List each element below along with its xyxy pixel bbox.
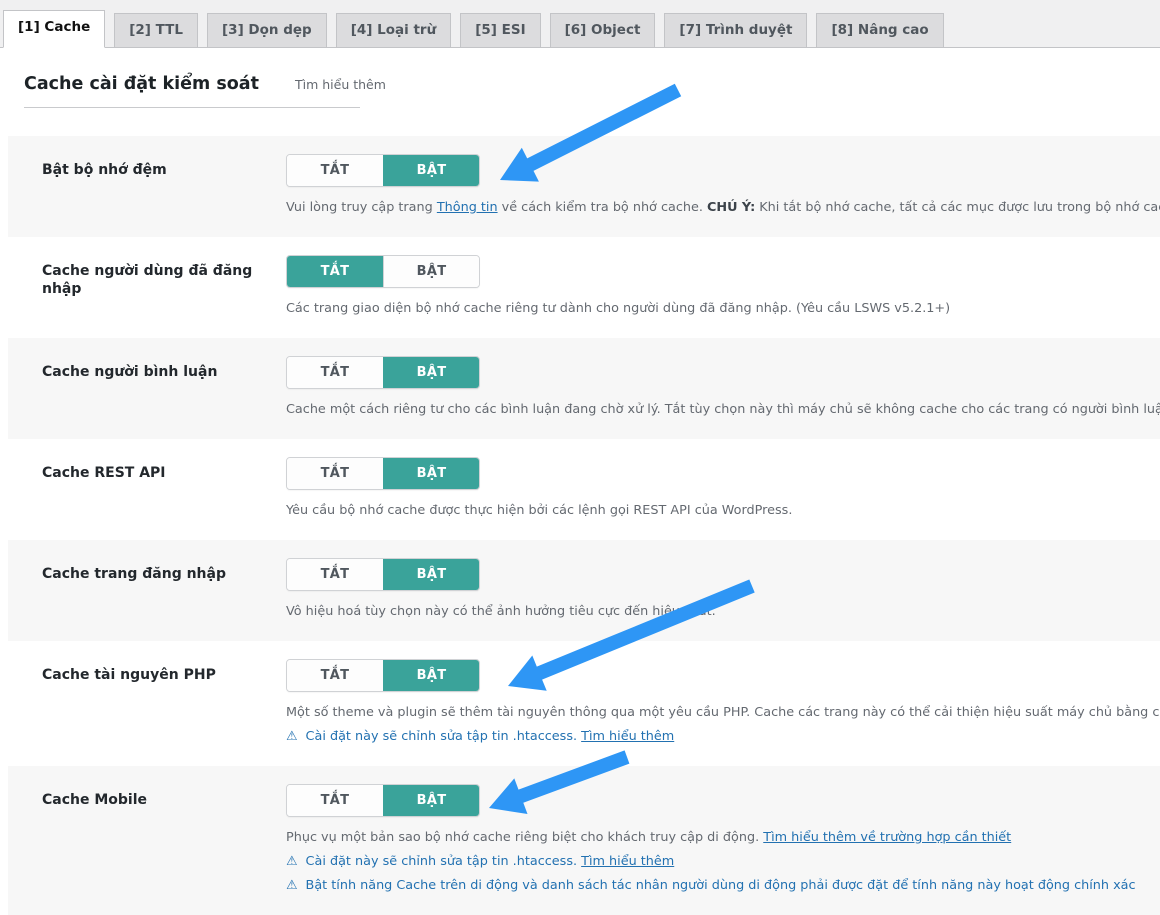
description-text: Cài đặt này sẽ chỉnh sửa tập tin .htacce… [301, 729, 581, 744]
onoff-toggle: TẮTBẬT [286, 558, 480, 591]
setting-label: Cache Mobile [42, 784, 286, 895]
toggle-off-button[interactable]: TẮT [287, 458, 383, 489]
setting-control: TẮTBẬT Cache một cách riêng tư cho các bì… [286, 356, 1160, 419]
setting-warning-note: ⚠ Bật tính năng Cache trên di động và da… [286, 877, 1160, 895]
learn-more-link[interactable]: Tìm hiểu thêm [581, 729, 674, 744]
description-text: Cài đặt này sẽ chỉnh sửa tập tin .htacce… [301, 854, 581, 869]
onoff-toggle: TẮTBẬT [286, 255, 480, 288]
tab-bar: [1] Cache [2] TTL [3] Dọn dẹp [4] Loại trừ [… [0, 0, 1160, 48]
toggle-off-button[interactable]: TẮT [287, 660, 383, 691]
toggle-on-button[interactable]: BẬT [383, 660, 479, 691]
toggle-on-button[interactable]: BẬT [383, 785, 479, 816]
toggle-on-button[interactable]: BẬT [383, 256, 479, 287]
setting-label: Cache người bình luận [42, 356, 286, 419]
setting-description: Vui lòng truy cập trang Thông tin về các… [286, 199, 1160, 217]
description-text: Một số theme và plugin sẽ thêm tài nguyê… [286, 705, 1160, 720]
warning-icon: ⚠ [286, 729, 297, 744]
setting-row: Cache MobileTẮTBẬT Phục vụ một bản sao bộ… [8, 766, 1160, 915]
description-text: Phục vụ một bản sao bộ nhớ cache riêng b… [286, 830, 763, 845]
tab-esi[interactable]: [5] ESI [460, 13, 540, 48]
setting-row: Cache người dùng đã đăng nhậpTẮTBẬT Các t… [8, 237, 1160, 338]
setting-row: Cache trang đăng nhậpTẮTBẬT Vô hiệu hoá t… [8, 540, 1160, 641]
toggle-on-button[interactable]: BẬT [383, 458, 479, 489]
description-text: Bật tính năng Cache trên di động và danh… [301, 878, 1135, 893]
tab-object[interactable]: [6] Object [550, 13, 656, 48]
setting-control: TẮTBẬT Các trang giao diện bộ nhớ cache r… [286, 255, 1160, 318]
tab-trinh-duyet[interactable]: [7] Trình duyệt [664, 13, 807, 48]
setting-control: TẮTBẬT Vui lòng truy cập trang Thông tin … [286, 154, 1160, 217]
description-text: Vô hiệu hoá tùy chọn này có thể ảnh hưởn… [286, 604, 716, 619]
setting-label: Bật bộ nhớ đệm [42, 154, 286, 217]
setting-row: Cache người bình luậnTẮTBẬT Cache một các… [8, 338, 1160, 439]
onoff-toggle: TẮTBẬT [286, 784, 480, 817]
setting-control: TẮTBẬT Phục vụ một bản sao bộ nhớ cache r… [286, 784, 1160, 895]
setting-label: Cache trang đăng nhập [42, 558, 286, 621]
setting-label: Cache tài nguyên PHP [42, 659, 286, 746]
learn-more-link[interactable]: Tìm hiểu thêm [581, 854, 674, 869]
note-emphasis: CHÚ Ý: [707, 200, 755, 215]
toggle-off-button[interactable]: TẮT [287, 256, 383, 287]
setting-label: Cache người dùng đã đăng nhập [42, 255, 286, 318]
setting-description: Vô hiệu hoá tùy chọn này có thể ảnh hưởn… [286, 603, 1160, 621]
toggle-on-button[interactable]: BẬT [383, 559, 479, 590]
setting-label: Cache REST API [42, 457, 286, 520]
tab-loai-tru[interactable]: [4] Loại trừ [336, 13, 451, 48]
setting-control: TẮTBẬT Yêu cầu bộ nhớ cache được thực hiệ… [286, 457, 1160, 520]
setting-warning-note: ⚠ Cài đặt này sẽ chỉnh sửa tập tin .htac… [286, 728, 1160, 746]
tab-nang-cao[interactable]: [8] Nâng cao [816, 13, 943, 48]
setting-description: Các trang giao diện bộ nhớ cache riêng t… [286, 300, 1160, 318]
toggle-off-button[interactable]: TẮT [287, 155, 383, 186]
setting-description: Phục vụ một bản sao bộ nhớ cache riêng b… [286, 829, 1160, 847]
toggle-on-button[interactable]: BẬT [383, 155, 479, 186]
description-text: về cách kiểm tra bộ nhớ cache. [498, 200, 707, 215]
header-learn-more-link[interactable]: Tìm hiểu thêm [295, 77, 386, 92]
onoff-toggle: TẮTBẬT [286, 457, 480, 490]
toggle-on-button[interactable]: BẬT [383, 357, 479, 388]
onoff-toggle: TẮTBẬT [286, 154, 480, 187]
setting-row: Bật bộ nhớ đệmTẮTBẬT Vui lòng truy cập tr… [8, 136, 1160, 237]
description-text: Vui lòng truy cập trang [286, 200, 437, 215]
description-text: Khi tắt bộ nhớ cache, tất cả các mục đượ… [755, 200, 1160, 215]
setting-row: Cache REST APITẮTBẬT Yêu cầu bộ nhớ cache… [8, 439, 1160, 540]
description-text: Các trang giao diện bộ nhớ cache riêng t… [286, 301, 950, 316]
toggle-off-button[interactable]: TẮT [287, 357, 383, 388]
setting-row: Cache tài nguyên PHPTẮTBẬT Một số theme v… [8, 641, 1160, 766]
settings-list: Bật bộ nhớ đệmTẮTBẬTVui lòng truy cập tr… [8, 136, 1160, 915]
toggle-off-button[interactable]: TẮT [287, 785, 383, 816]
tab-don-dep[interactable]: [3] Dọn dẹp [207, 13, 327, 48]
warning-icon: ⚠ [286, 878, 297, 893]
page-title: Cache cài đặt kiểm soát [24, 74, 259, 94]
tab-ttl[interactable]: [2] TTL [114, 13, 198, 48]
warning-icon: ⚠ [286, 854, 297, 869]
description-text: Yêu cầu bộ nhớ cache được thực hiện bởi … [286, 503, 792, 518]
setting-description: Yêu cầu bộ nhớ cache được thực hiện bởi … [286, 502, 1160, 520]
setting-description: Một số theme và plugin sẽ thêm tài nguyê… [286, 704, 1160, 722]
setting-control: TẮTBẬT Một số theme và plugin sẽ thêm tài… [286, 659, 1160, 746]
learn-more-link[interactable]: Tìm hiểu thêm về trường hợp cần thiết [763, 830, 1011, 845]
description-text: Cache một cách riêng tư cho các bình luậ… [286, 402, 1160, 417]
tab-cache[interactable]: [1] Cache [3, 10, 105, 48]
onoff-toggle: TẮTBẬT [286, 356, 480, 389]
setting-control: TẮTBẬT Vô hiệu hoá tùy chọn này có thể ản… [286, 558, 1160, 621]
toggle-off-button[interactable]: TẮT [287, 559, 383, 590]
learn-more-link[interactable]: Thông tin [437, 200, 498, 215]
setting-description: Cache một cách riêng tư cho các bình luậ… [286, 401, 1160, 419]
section-heading: Cache cài đặt kiểm soát Tìm hiểu thêm [24, 74, 360, 108]
setting-warning-note: ⚠ Cài đặt này sẽ chỉnh sửa tập tin .htac… [286, 853, 1160, 871]
onoff-toggle: TẮTBẬT [286, 659, 480, 692]
